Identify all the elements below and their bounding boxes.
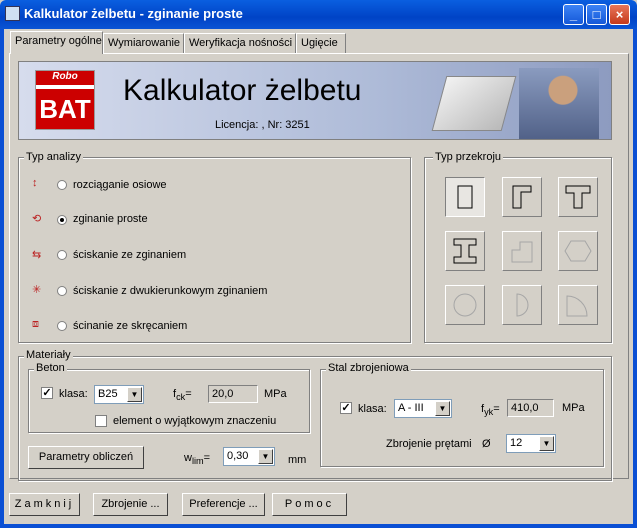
concrete-block-illustration [431,76,517,131]
fck-unit: MPa [264,388,287,400]
label-zginanie-proste: zginanie proste [73,213,148,225]
calculator-app-icon [5,6,20,21]
compression-bending-icon: ⇆ [32,249,42,261]
hexagon-section-icon [564,240,592,262]
diameter-symbol: Ø [482,438,491,450]
analysis-type-label: Typ analizy [24,151,84,163]
section-i-button[interactable] [445,231,485,271]
label-sciskanie-ze-zginaniem: ściskanie ze zginaniem [73,249,187,261]
chevron-down-icon[interactable]: ▼ [127,387,142,402]
steel-class-label: klasa: [358,403,387,415]
radio-scinanie-ze-skrecaniem[interactable] [57,321,67,331]
rectangle-section-icon [457,185,473,209]
fck-value-field: 20,0 [208,385,258,403]
section-circle-button [445,285,485,325]
steel-group [320,369,604,467]
radio-sciskanie-ze-zginaniem[interactable] [57,250,67,260]
t-section-icon [565,185,591,209]
bars-label: Zbrojenie prętami [386,438,472,450]
fyk-label: fyk= [481,403,500,418]
tab-ugiecie[interactable]: Ugięcie [296,33,346,53]
tab-wymiarowanie[interactable]: Wymiarowanie [103,33,184,53]
label-rozciaganie-osiowe: rozciąganie osiowe [73,179,167,191]
fyk-value-field: 410,0 [507,399,554,417]
close-window-button[interactable]: × [609,4,630,25]
steel-label: Stal zbrojeniowa [326,362,411,374]
chevron-down-icon[interactable]: ▼ [539,436,554,451]
shear-torsion-icon: ⧈ [32,318,39,330]
window-title: Kalkulator żelbetu - zginanie proste [24,6,243,21]
chevron-down-icon[interactable]: ▼ [435,401,450,416]
biaxial-bending-icon: ✳ [32,284,42,296]
section-l-button[interactable] [502,177,542,217]
concrete-label: Beton [34,362,67,374]
half-circle-section-icon [516,293,529,317]
section-quarter-circle-button [558,285,598,325]
tab-parametry-ogolne[interactable]: Parametry ogólne [10,31,103,54]
steel-class-combo[interactable]: A - III ▼ [394,399,452,418]
bar-diameter-combo[interactable]: 12 ▼ [506,434,556,453]
title-bar: Kalkulator żelbetu - zginanie proste _ □… [0,0,637,29]
maximize-button[interactable]: □ [586,4,607,25]
minimize-button[interactable]: _ [563,4,584,25]
concrete-class-label: klasa: [59,388,88,400]
i-section-icon [453,238,477,264]
stepped-section-icon [511,241,533,263]
reinforcement-button[interactable]: Zbrojenie ... [93,493,168,516]
robobat-logo: Robo BAT [35,70,95,130]
axial-tension-icon: ↕ [32,177,38,189]
banner: Robo BAT Kalkulator żelbetu Licencja: , … [18,61,612,140]
wlim-unit: mm [288,454,307,466]
wlim-label: wlim= [184,452,211,467]
circle-section-icon [453,293,477,317]
close-button[interactable]: Zamknij [9,493,80,516]
section-half-circle-button [502,285,542,325]
banner-title: Kalkulator żelbetu [123,74,362,107]
section-rectangle-button[interactable] [445,177,485,217]
radio-rozciaganie-osiowe[interactable] [57,180,67,190]
section-hexagon-button [558,231,598,271]
wlim-combo[interactable]: 0,30 ▼ [223,447,275,466]
tab-weryfikacja-nosnosci[interactable]: Weryfikacja nośności [184,33,296,53]
calc-parameters-button[interactable]: Parametry obliczeń [28,446,144,469]
concrete-class-combo[interactable]: B25 ▼ [94,385,144,404]
help-button[interactable]: Pomoc [272,493,347,516]
chevron-down-icon[interactable]: ▼ [258,449,273,464]
simple-bending-icon: ⟲ [32,213,42,225]
materials-label: Materiały [24,349,73,361]
label-sciskanie-dwukierunkowe: ściskanie z dwukierunkowym zginaniem [73,285,268,297]
steel-class-checkbox[interactable]: ✓ [340,402,352,414]
concrete-class-checkbox[interactable]: ✓ [41,387,53,399]
section-stepped-button [502,231,542,271]
license-text: Licencja: , Nr: 3251 [215,119,310,131]
radio-sciskanie-dwukierunkowe[interactable] [57,286,67,296]
l-section-icon [512,185,532,209]
special-element-checkbox[interactable] [95,415,107,427]
label-scinanie-ze-skrecaniem: ścinanie ze skręcaniem [73,320,188,332]
preferences-button[interactable]: Preferencje ... [182,493,265,516]
special-element-label: element o wyjątkowym znaczeniu [113,415,277,427]
radio-zginanie-proste[interactable] [57,215,67,225]
section-t-button[interactable] [558,177,598,217]
fyk-unit: MPa [562,402,585,414]
fck-label: fck= [173,388,192,403]
quarter-circle-section-icon [566,295,588,317]
section-type-label: Typ przekroju [433,151,504,163]
engineer-illustration [519,68,599,139]
